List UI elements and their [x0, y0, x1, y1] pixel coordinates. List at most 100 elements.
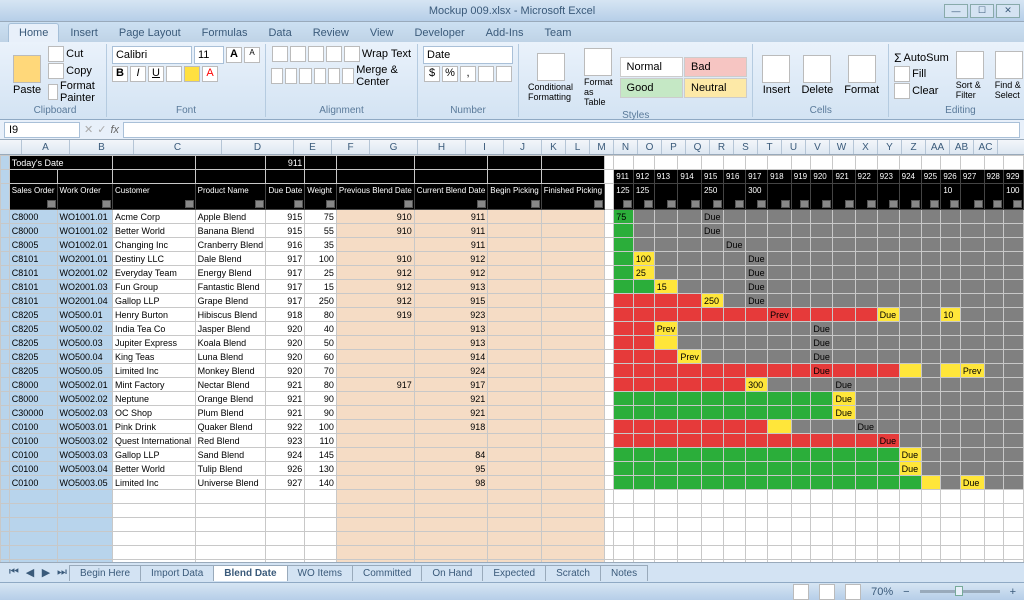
style-normal[interactable]: Normal	[620, 57, 683, 77]
sheet-tab-scratch[interactable]: Scratch	[545, 565, 601, 581]
zoom-level[interactable]: 70%	[871, 586, 893, 598]
align-bot-icon[interactable]	[308, 46, 324, 62]
font-size-select[interactable]	[194, 46, 224, 64]
view-layout-icon[interactable]	[819, 584, 835, 600]
find-select-button[interactable]: Find & Select	[991, 49, 1024, 102]
align-mid-icon[interactable]	[290, 46, 306, 62]
close-button[interactable]: ✕	[996, 4, 1020, 18]
table-row: C0100WO5003.02Quest InternationalRed Ble…	[1, 434, 1024, 448]
fill-color-icon[interactable]	[184, 66, 200, 82]
format-painter-button[interactable]: Format Painter	[48, 80, 101, 104]
ribbon-tab-add-ins[interactable]: Add-Ins	[476, 24, 534, 42]
ribbon-tab-view[interactable]: View	[360, 24, 404, 42]
table-row: C30000WO5002.03OC ShopPlum Blend92190921…	[1, 406, 1024, 420]
underline-icon[interactable]: U	[148, 66, 164, 82]
align-top-icon[interactable]	[272, 46, 288, 62]
table-row: C8101WO2001.01Destiny LLCDale Blend91710…	[1, 252, 1024, 266]
sheet-tab-committed[interactable]: Committed	[352, 565, 422, 581]
wrap-text-button[interactable]: Wrap Text	[344, 46, 411, 62]
tab-nav-last[interactable]: ⏭	[54, 565, 70, 581]
table-row: C8205WO500.02India Tea CoJasper Blend920…	[1, 322, 1024, 336]
sheet-tab-on-hand[interactable]: On Hand	[421, 565, 483, 581]
ribbon-tab-home[interactable]: Home	[8, 23, 59, 42]
clipboard-group: Paste Cut Copy Format Painter Clipboard	[4, 44, 107, 117]
ribbon-tab-team[interactable]: Team	[535, 24, 582, 42]
sort-filter-button[interactable]: Sort & Filter	[952, 49, 988, 102]
format-button[interactable]: Format	[840, 53, 883, 98]
ribbon-tab-formulas[interactable]: Formulas	[192, 24, 258, 42]
copy-button[interactable]: Copy	[48, 63, 101, 79]
sheet-tab-notes[interactable]: Notes	[600, 565, 648, 581]
cut-button[interactable]: Cut	[48, 46, 101, 62]
insert-button[interactable]: Insert	[758, 53, 794, 98]
table-row: C8000WO5002.01Mint FactoryNectar Blend92…	[1, 378, 1024, 392]
maximize-button[interactable]: ☐	[970, 4, 994, 18]
cancel-icon[interactable]: ✕	[84, 123, 93, 136]
zoom-in-icon[interactable]: +	[1010, 586, 1016, 598]
name-box[interactable]	[4, 122, 80, 138]
border-icon[interactable]	[166, 66, 182, 82]
font-group: A A B I U A Font	[107, 44, 266, 117]
style-good[interactable]: Good	[620, 78, 683, 98]
comma-icon[interactable]: ,	[460, 66, 476, 82]
tab-nav-first[interactable]: ⏮	[6, 565, 22, 581]
formula-input[interactable]	[123, 122, 1020, 138]
align-left-icon[interactable]	[271, 68, 283, 84]
grow-font-icon[interactable]: A	[226, 47, 242, 63]
editing-group: ΣAutoSum Fill Clear Sort & Filter Find &…	[889, 44, 1024, 117]
currency-icon[interactable]: $	[424, 66, 440, 82]
cond-format-button[interactable]: Conditional Formatting	[524, 51, 577, 104]
style-neutral[interactable]: Neutral	[684, 78, 747, 98]
table-row: C8000WO1001.02Better WorldBanana Blend91…	[1, 224, 1024, 238]
sheet-tab-blend-date[interactable]: Blend Date	[213, 565, 287, 581]
zoom-out-icon[interactable]: −	[903, 586, 909, 598]
inc-decimal-icon[interactable]	[478, 66, 494, 82]
ribbon-tab-page-layout[interactable]: Page Layout	[109, 24, 191, 42]
align-center-icon[interactable]	[285, 68, 297, 84]
delete-button[interactable]: Delete	[797, 53, 837, 98]
minimize-button[interactable]: —	[944, 4, 968, 18]
merge-button[interactable]: Merge & Center	[342, 64, 412, 88]
tab-nav-prev[interactable]: ◀	[22, 565, 38, 581]
zoom-slider[interactable]	[920, 590, 1000, 593]
ribbon-tabs: HomeInsertPage LayoutFormulasDataReviewV…	[0, 22, 1024, 42]
sheet-tab-wo-items[interactable]: WO Items	[287, 565, 353, 581]
font-color-icon[interactable]: A	[202, 66, 218, 82]
indent-inc-icon[interactable]	[328, 68, 340, 84]
ribbon-tab-developer[interactable]: Developer	[404, 24, 474, 42]
ribbon-tab-review[interactable]: Review	[303, 24, 359, 42]
format-table-button[interactable]: Format as Table	[580, 46, 617, 109]
view-normal-icon[interactable]	[793, 584, 809, 600]
view-break-icon[interactable]	[845, 584, 861, 600]
font-name-select[interactable]	[112, 46, 192, 64]
ribbon-tab-insert[interactable]: Insert	[60, 24, 108, 42]
column-headers[interactable]: ABCDEFGHIJKLMNOPQRSTUVWXYZAAABAC	[0, 140, 1024, 155]
orient-icon[interactable]	[326, 46, 342, 62]
sheet-tab-import-data[interactable]: Import Data	[140, 565, 214, 581]
window-title: Mockup 009.xlsx - Microsoft Excel	[429, 5, 595, 17]
dec-decimal-icon[interactable]	[496, 66, 512, 82]
autosum-button[interactable]: ΣAutoSum	[894, 51, 949, 65]
bold-icon[interactable]: B	[112, 66, 128, 82]
style-bad[interactable]: Bad	[684, 57, 747, 77]
enter-icon[interactable]: ✓	[97, 123, 106, 136]
table-row: C0100WO5003.01Pink DrinkQuaker Blend9221…	[1, 420, 1024, 434]
shrink-font-icon[interactable]: A	[244, 47, 260, 63]
percent-icon[interactable]: %	[442, 66, 458, 82]
table-row: C0100WO5003.03Gallop LLPSand Blend924145…	[1, 448, 1024, 462]
paste-button[interactable]: Paste	[9, 53, 45, 98]
number-format-select[interactable]	[423, 46, 513, 64]
sheet-tab-expected[interactable]: Expected	[482, 565, 546, 581]
italic-icon[interactable]: I	[130, 66, 146, 82]
indent-dec-icon[interactable]	[314, 68, 326, 84]
tab-nav-next[interactable]: ▶	[38, 565, 54, 581]
sheet-table[interactable]: Today's Date9119119129139149159169179189…	[0, 155, 1024, 562]
styles-group: Conditional Formatting Format as Table N…	[519, 44, 753, 117]
fx-icon[interactable]: fx	[110, 124, 119, 136]
table-row: C8101WO2001.04Gallop LLPGrape Blend91725…	[1, 294, 1024, 308]
clear-button[interactable]: Clear	[894, 83, 949, 99]
align-right-icon[interactable]	[299, 68, 311, 84]
sheet-tab-begin-here[interactable]: Begin Here	[69, 565, 141, 581]
ribbon-tab-data[interactable]: Data	[258, 24, 301, 42]
fill-button[interactable]: Fill	[894, 66, 949, 82]
